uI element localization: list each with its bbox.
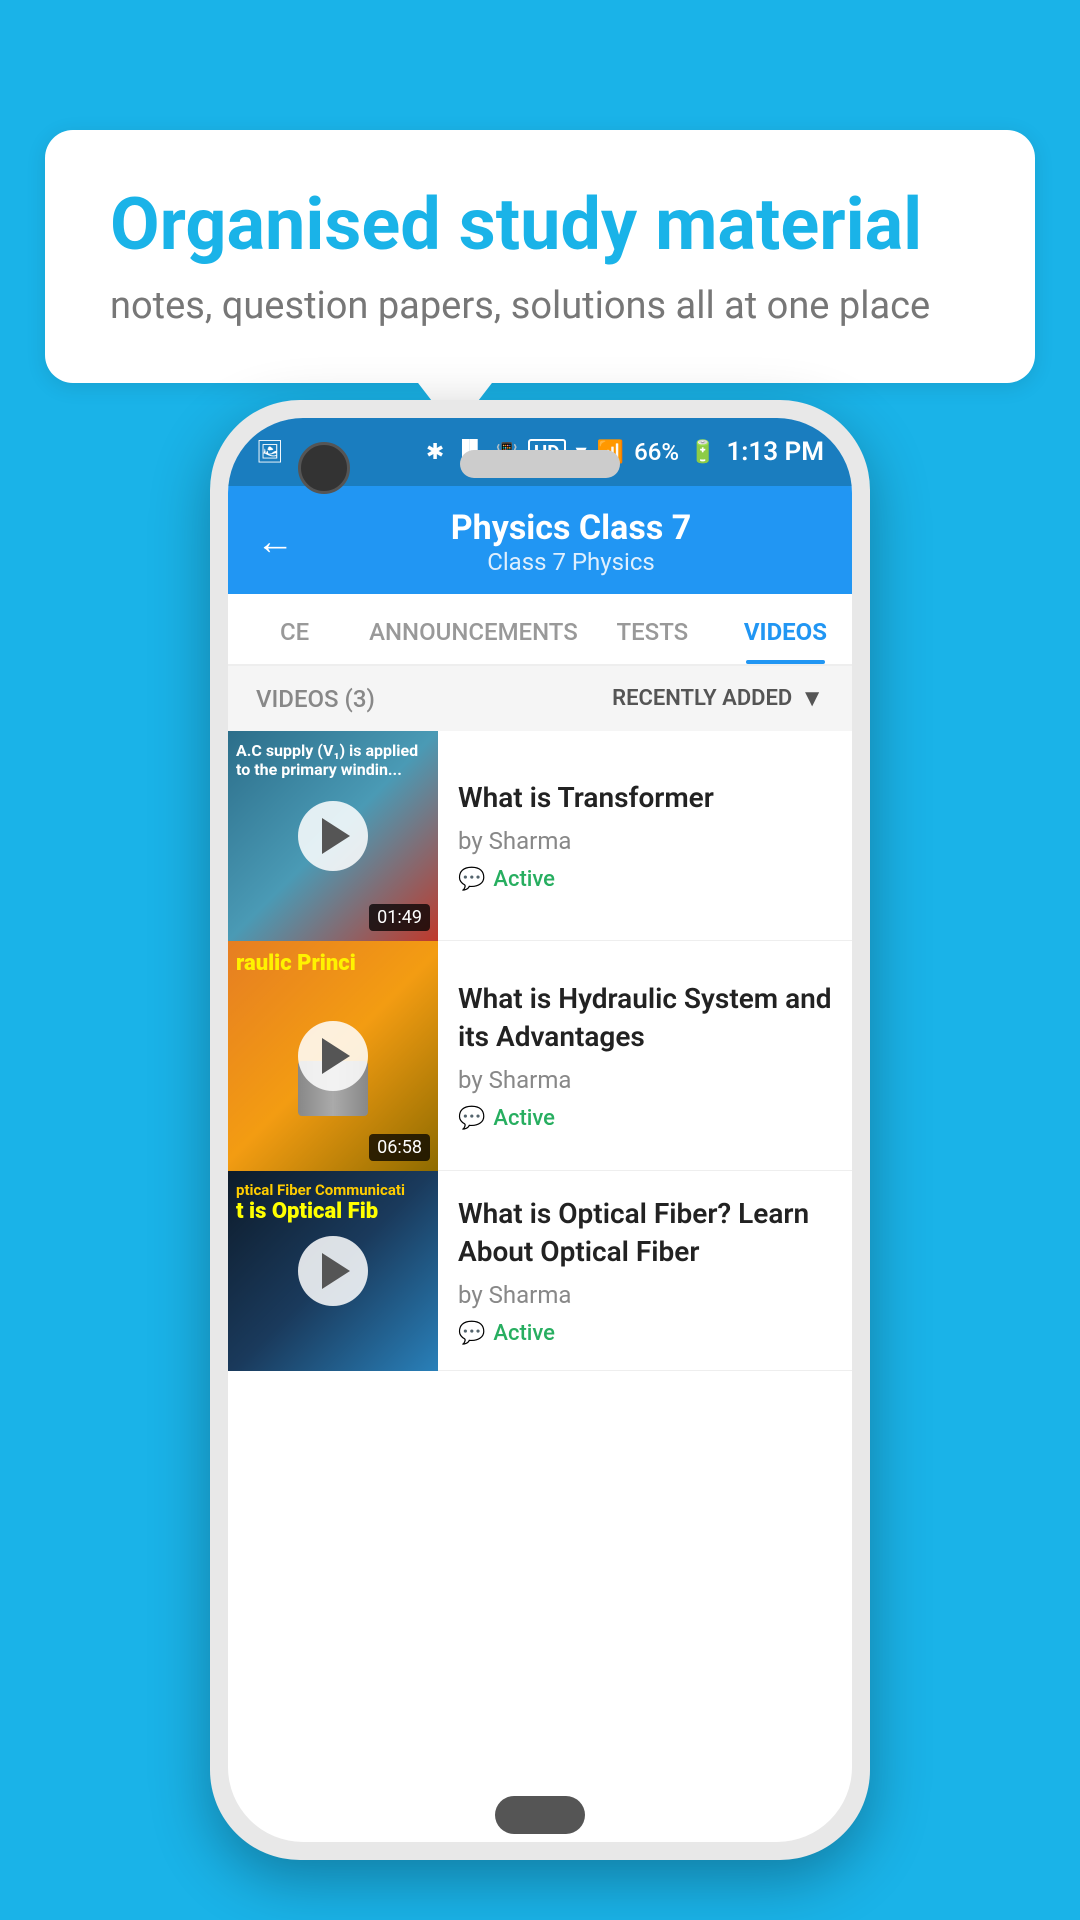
image-icon: 🖼 [256,440,284,465]
header-title-block: Physics Class 7 Class 7 Physics [318,508,824,576]
back-button[interactable]: ← [256,520,294,564]
phone-body: 🖼 ✱ ▐▌ 📳 HD ▾ 📶 66% 🔋 1:13 PM ← [210,400,870,1860]
active-label-2: Active [493,1106,555,1131]
video-info-2: What is Hydraulic System and its Advanta… [438,941,852,1170]
play-icon-2 [322,1038,350,1074]
video-author-2: by Sharma [458,1066,832,1094]
thumb-text-1: A.C supply (V₁) is applied to the primar… [236,741,430,779]
video-author-1: by Sharma [458,827,832,855]
video-info-1: What is Transformer by Sharma 💬 Active [438,731,852,940]
phone-speaker [460,450,620,478]
thumb-text-3: ptical Fiber Communicatit is Optical Fib [236,1181,430,1225]
play-icon-1 [322,818,350,854]
sort-label: RECENTLY ADDED [612,686,792,711]
chat-icon-2: 💬 [458,1106,485,1131]
video-item-3[interactable]: ptical Fiber Communicatit is Optical Fib… [228,1171,852,1371]
tab-tests[interactable]: TESTS [586,594,719,664]
video-thumbnail-3: ptical Fiber Communicatit is Optical Fib [228,1171,438,1371]
video-title-1: What is Transformer [458,779,832,817]
phone-mockup: 🖼 ✱ ▐▌ 📳 HD ▾ 📶 66% 🔋 1:13 PM ← [80,400,1000,1880]
phone-camera [298,442,350,494]
filter-bar: VIDEOS (3) RECENTLY ADDED ▼ [228,666,852,731]
tab-announcements[interactable]: ANNOUNCEMENTS [361,594,586,664]
play-button-2[interactable] [298,1021,368,1091]
tab-ce[interactable]: CE [228,594,361,664]
active-badge-3: 💬 Active [458,1321,832,1346]
play-icon-3 [322,1253,350,1289]
video-title-3: What is Optical Fiber? Learn About Optic… [458,1195,832,1271]
play-button-1[interactable] [298,801,368,871]
video-title-2: What is Hydraulic System and its Advanta… [458,980,832,1056]
status-left: 🖼 [256,440,284,465]
battery-percent: 66% [634,438,679,466]
videos-count: VIDEOS (3) [256,685,375,713]
header-breadcrumb: Class 7 Physics [318,548,824,576]
play-button-3[interactable] [298,1236,368,1306]
video-info-3: What is Optical Fiber? Learn About Optic… [438,1171,852,1370]
video-item-1[interactable]: A.C supply (V₁) is applied to the primar… [228,731,852,941]
video-item-2[interactable]: raulic Princi 06:58 What is Hydraulic Sy… [228,941,852,1171]
thumb-text-2: raulic Princi [236,951,430,977]
bluetooth-icon: ✱ [426,440,444,465]
video-thumbnail-2: raulic Princi 06:58 [228,941,438,1171]
phone-screen: 🖼 ✱ ▐▌ 📳 HD ▾ 📶 66% 🔋 1:13 PM ← [228,418,852,1842]
bubble-subtitle: notes, question papers, solutions all at… [110,284,970,328]
duration-badge-2: 06:58 [369,1134,430,1161]
header-title: Physics Class 7 [318,508,824,548]
active-badge-1: 💬 Active [458,867,832,892]
active-label-1: Active [493,867,555,892]
battery-icon: 🔋 [689,440,716,465]
chat-icon-3: 💬 [458,1321,485,1346]
tab-bar: CE ANNOUNCEMENTS TESTS VIDEOS [228,594,852,666]
chevron-down-icon: ▼ [800,684,824,713]
video-list: A.C supply (V₁) is applied to the primar… [228,731,852,1842]
active-badge-2: 💬 Active [458,1106,832,1131]
active-label-3: Active [493,1321,555,1346]
sort-control[interactable]: RECENTLY ADDED ▼ [612,684,824,713]
speech-bubble: Organised study material notes, question… [45,130,1035,383]
clock: 1:13 PM [726,437,824,467]
app-header: ← Physics Class 7 Class 7 Physics [228,486,852,594]
video-author-3: by Sharma [458,1281,832,1309]
video-thumbnail-1: A.C supply (V₁) is applied to the primar… [228,731,438,941]
duration-badge-1: 01:49 [369,904,430,931]
phone-home-button[interactable] [495,1796,585,1834]
tab-videos[interactable]: VIDEOS [719,594,852,664]
bubble-title: Organised study material [110,185,970,264]
chat-icon-1: 💬 [458,867,485,892]
